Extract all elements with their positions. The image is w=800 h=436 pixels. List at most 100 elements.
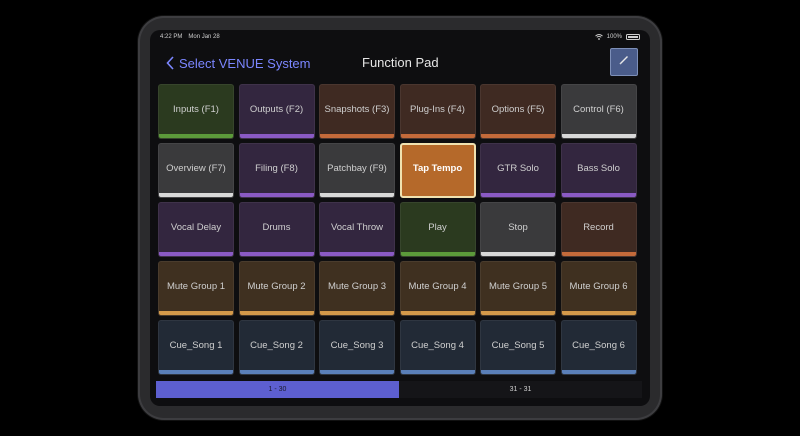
function-pad-label: Inputs (F1) [173,104,219,115]
function-pad-label: Cue_Song 5 [491,340,545,351]
function-pad[interactable]: Mute Group 6 [560,261,637,316]
function-pad-color-strip [320,311,394,315]
function-pad-label: Snapshots (F3) [324,104,390,115]
function-pad-color-strip [400,311,475,315]
nav-bar: Select VENUE System Function Pad [150,44,650,82]
function-pad[interactable]: Record [560,202,637,257]
battery-icon [626,34,640,40]
function-pad-color-strip [320,193,394,197]
function-pad-label: Tap Tempo [412,163,463,174]
function-pad-label: Patchbay (F9) [327,163,387,174]
function-pad[interactable]: Mute Group 2 [238,261,315,316]
function-pad[interactable]: Tap Tempo [399,143,476,198]
function-pad-color-strip [159,311,233,315]
function-pad-color-strip [561,134,636,138]
function-pad-label: Mute Group 4 [408,281,467,292]
function-pad-label: Overview (F7) [166,163,226,174]
function-pad-color-strip [239,252,314,256]
page-tab[interactable]: 31 - 31 [399,381,642,398]
function-pad-label: Cue_Song 4 [411,340,464,351]
function-pad-color-strip [400,370,475,374]
function-pad-label: Stop [508,222,528,233]
function-pad-label: Record [583,222,614,233]
function-pad[interactable]: Inputs (F1) [158,84,234,139]
function-pad-color-strip [481,370,555,374]
function-pad-label: Outputs (F2) [249,104,304,115]
function-pad-label: Drums [262,222,291,233]
status-right: 100% [594,34,640,40]
function-pad[interactable]: Stop [480,202,556,257]
function-pad-color-strip [320,134,394,138]
function-pad[interactable]: Cue_Song 1 [158,320,234,375]
wifi-icon [594,34,603,40]
chevron-left-icon [166,56,174,70]
function-pad-color-strip [320,370,394,374]
function-pad[interactable]: Cue_Song 4 [399,320,476,375]
function-pad[interactable]: Mute Group 4 [399,261,476,316]
function-pad-color-strip [481,193,555,197]
function-pad-label: Mute Group 1 [166,281,226,292]
function-pad-color-strip [561,252,636,256]
edit-button[interactable] [610,48,638,76]
function-pad-color-strip [561,311,636,315]
function-pad-label: Bass Solo [577,163,620,174]
function-pad[interactable]: Control (F6) [560,84,637,139]
function-pad[interactable]: Mute Group 1 [158,261,234,316]
function-pad-label: Cue_Song 2 [250,340,303,351]
function-pad[interactable]: Cue_Song 5 [480,320,556,375]
function-pad[interactable]: Mute Group 5 [480,261,556,316]
function-pad[interactable]: Drums [238,202,315,257]
function-pad[interactable]: Patchbay (F9) [319,143,395,198]
function-pad[interactable]: Overview (F7) [158,143,234,198]
function-pad-label: Cue_Song 3 [330,340,384,351]
function-pad[interactable]: Cue_Song 3 [319,320,395,375]
function-pad[interactable]: GTR Solo [480,143,556,198]
function-pad-color-strip [481,311,555,315]
back-button-label: Select VENUE System [179,55,311,71]
function-pad-label: Mute Group 3 [327,281,387,292]
back-button[interactable]: Select VENUE System [166,52,311,74]
function-pad-color-strip [561,370,636,374]
function-pad-color-strip [561,193,636,197]
function-pad-label: Play [428,222,447,233]
function-pad[interactable]: Vocal Throw [319,202,395,257]
function-pad[interactable]: Mute Group 3 [319,261,395,316]
status-time: 4:22 PM [160,34,183,40]
function-pad[interactable]: Filing (F8) [238,143,315,198]
function-pad-color-strip [239,193,314,197]
function-pad[interactable]: Vocal Delay [158,202,234,257]
function-pad[interactable]: Snapshots (F3) [319,84,395,139]
function-pad-grid: Inputs (F1) Outputs (F2) Snapshots (F3) Plu… [158,84,640,375]
page-selector: 1 - 30 31 - 31 [156,381,642,398]
function-pad-label: Options (F5) [491,104,545,115]
app-screen: 4:22 PM Mon Jan 28 100% Select VENUE Sys… [150,30,650,406]
function-pad-color-strip [239,311,314,315]
page-tab[interactable]: 1 - 30 [156,381,399,398]
function-pad[interactable]: Bass Solo [560,143,637,198]
function-pad-label: Filing (F8) [255,163,298,174]
function-pad[interactable]: Plug-Ins (F4) [399,84,476,139]
function-pad[interactable]: Outputs (F2) [238,84,315,139]
page-title: Function Pad [362,55,439,70]
function-pad-color-strip [481,134,555,138]
status-bar: 4:22 PM Mon Jan 28 100% [150,30,650,44]
function-pad-label: Mute Group 5 [488,281,548,292]
battery-percent: 100% [606,34,622,40]
function-pad-color-strip [159,134,233,138]
function-pad-color-strip [159,252,233,256]
status-date: Mon Jan 28 [188,34,220,40]
function-pad-label: Cue_Song 1 [169,340,223,351]
function-pad-color-strip [159,370,233,374]
function-pad[interactable]: Play [399,202,476,257]
function-pad-color-strip [239,370,314,374]
function-pad-label: Vocal Throw [330,222,384,233]
function-pad-color-strip [400,134,475,138]
function-pad-label: Vocal Delay [170,222,222,233]
function-pad[interactable]: Cue_Song 2 [238,320,315,375]
function-pad[interactable]: Options (F5) [480,84,556,139]
function-pad-label: Control (F6) [573,104,624,115]
function-pad-color-strip [320,252,394,256]
function-pad-label: Cue_Song 6 [572,340,625,351]
function-pad[interactable]: Cue_Song 6 [560,320,637,375]
function-pad-label: Mute Group 2 [247,281,306,292]
